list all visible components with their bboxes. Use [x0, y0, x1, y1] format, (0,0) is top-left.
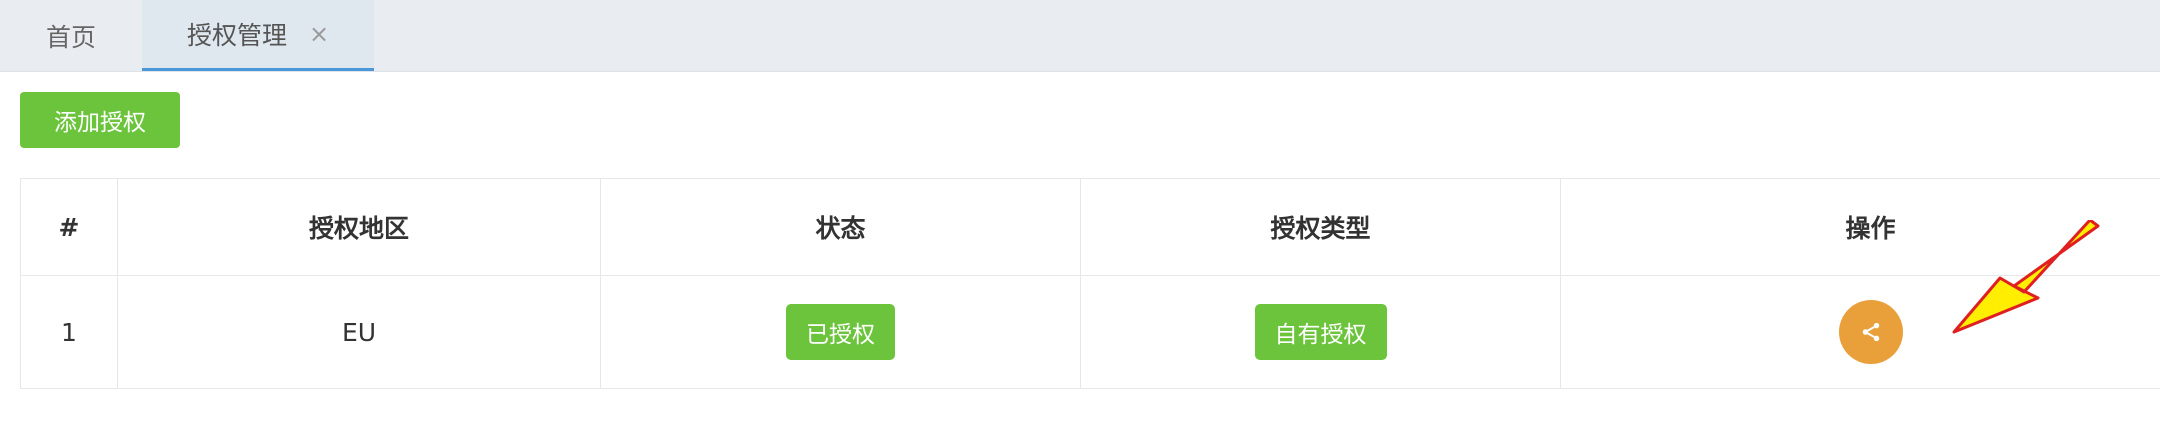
authorization-table: # 授权地区 状态 授权类型 操作 1 EU 已授权 自有授权 — [20, 178, 2160, 389]
header-region: 授权地区 — [117, 178, 601, 276]
close-icon[interactable]: × — [309, 22, 329, 46]
tab-home-label: 首页 — [45, 22, 96, 52]
tab-auth-label: 授权管理 — [186, 21, 287, 50]
row-index: 1 — [20, 275, 118, 389]
header-index: # — [20, 178, 118, 276]
tab-authorization-management[interactable]: 授权管理 × — [142, 0, 374, 71]
table-header-row: # 授权地区 状态 授权类型 操作 — [20, 178, 2160, 276]
header-status: 状态 — [600, 178, 1081, 276]
table-row: 1 EU 已授权 自有授权 — [20, 275, 2160, 389]
tab-bar: 首页 授权管理 × — [0, 0, 2160, 72]
authorization-type-badge: 自有授权 — [1254, 304, 1387, 360]
row-status-cell: 已授权 — [600, 275, 1081, 389]
add-authorization-button[interactable]: 添加授权 — [20, 92, 180, 148]
row-region: EU — [117, 275, 601, 389]
tab-home[interactable]: 首页 — [0, 0, 142, 71]
annotation-arrow-icon — [1952, 220, 2100, 334]
share-icon — [1862, 322, 1879, 342]
row-type-cell: 自有授权 — [1080, 275, 1561, 389]
status-badge: 已授权 — [786, 304, 895, 360]
header-type: 授权类型 — [1080, 178, 1561, 276]
share-button[interactable] — [1838, 300, 1903, 364]
